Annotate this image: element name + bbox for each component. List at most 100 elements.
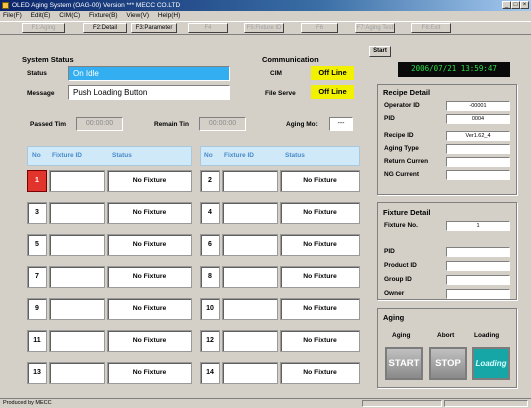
file-server-status-badge: Off Line	[311, 85, 354, 99]
file-server-label: File Serve	[265, 90, 296, 97]
menu-file[interactable]: File(F)	[3, 12, 22, 19]
status-bar-segment	[362, 400, 442, 407]
recipe-field-value	[446, 144, 510, 154]
fixture-no-cell[interactable]: 14	[200, 362, 220, 384]
fixture-detail-title: Fixture Detail	[383, 208, 431, 217]
fixture-status-cell[interactable]: No Fixture	[107, 234, 192, 256]
fixture-status-cell[interactable]: No Fixture	[107, 170, 192, 192]
left-grid-header: No Fixture ID Status	[27, 146, 192, 166]
fixture-id-cell[interactable]	[222, 362, 278, 384]
minimize-button[interactable]: _	[502, 1, 511, 9]
fixture-field-label: Fixture No.	[384, 222, 418, 229]
fixture-id-cell[interactable]	[222, 266, 278, 288]
fixture-status-cell[interactable]: No Fixture	[280, 298, 360, 320]
recipe-field-value: -00001	[446, 101, 510, 111]
passed-time-value: 00:00:00	[76, 117, 123, 131]
loading-column-label: Loading	[474, 332, 500, 339]
stop-aging-button[interactable]: STOP	[429, 347, 467, 380]
f3-parameter-button[interactable]: F3:Parameter	[131, 23, 177, 33]
fixture-status-cell[interactable]: No Fixture	[280, 234, 360, 256]
fixture-id-cell[interactable]	[49, 202, 105, 224]
fixture-no-cell[interactable]: 12	[200, 330, 220, 352]
fixture-no-cell[interactable]: 11	[27, 330, 47, 352]
communication-title: Communication	[262, 55, 319, 64]
menu-view[interactable]: View(V)	[126, 12, 149, 19]
recipe-detail-title: Recipe Detail	[383, 88, 431, 97]
start-button[interactable]: Start	[369, 46, 391, 57]
fixture-status-cell[interactable]: No Fixture	[280, 266, 360, 288]
status-label: Status	[27, 70, 47, 77]
fixture-id-cell[interactable]	[222, 330, 278, 352]
fixture-field-label: Group ID	[384, 276, 412, 283]
fixture-no-cell[interactable]: 9	[27, 298, 47, 320]
recipe-field-value	[446, 157, 510, 167]
close-button[interactable]: ×	[520, 1, 529, 9]
menu-fixture[interactable]: Fixture(B)	[89, 12, 118, 19]
fixture-no-cell[interactable]: 5	[27, 234, 47, 256]
fixture-no-cell[interactable]: 6	[200, 234, 220, 256]
fixture-status-cell[interactable]: No Fixture	[107, 298, 192, 320]
recipe-field-label: NG Current	[384, 171, 420, 178]
f8-exit-button[interactable]: F8:Exit	[411, 23, 451, 33]
fixture-no-cell[interactable]: 10	[200, 298, 220, 320]
passed-time-label: Passed Tim	[30, 121, 67, 128]
fixture-no-cell[interactable]: 7	[27, 266, 47, 288]
fixture-field-value	[446, 261, 510, 271]
aging-mode-value: ---	[329, 117, 353, 131]
remain-time-value: 00:00:00	[199, 117, 246, 131]
fixture-id-cell[interactable]	[49, 362, 105, 384]
fixture-id-cell[interactable]	[222, 170, 278, 192]
fixture-id-cell[interactable]	[222, 202, 278, 224]
fixture-id-cell[interactable]	[49, 330, 105, 352]
maximize-button[interactable]: □	[511, 1, 520, 9]
recipe-field-label: Operator ID	[384, 102, 420, 109]
fixture-status-cell[interactable]: No Fixture	[280, 362, 360, 384]
fixture-field-value: 1	[446, 221, 510, 231]
fixture-field-label: Product ID	[384, 262, 417, 269]
recipe-field-value: Ver1.62_4	[446, 131, 510, 141]
title-bar: OLED Aging System (OAG-00) Version *** M…	[0, 0, 531, 11]
fixture-no-cell[interactable]: 13	[27, 362, 47, 384]
header-fixture-id: Fixture ID	[52, 152, 82, 159]
loading-button[interactable]: Loading	[472, 347, 510, 380]
f4-button[interactable]: F4	[188, 23, 228, 33]
fixture-id-cell[interactable]	[49, 234, 105, 256]
fixture-no-cell[interactable]: 3	[27, 202, 47, 224]
menu-edit[interactable]: Edit(E)	[31, 12, 51, 19]
fixture-status-cell[interactable]: No Fixture	[107, 266, 192, 288]
fixture-status-cell[interactable]: No Fixture	[280, 330, 360, 352]
f7-aging-test-button[interactable]: F7:Aging Test	[355, 23, 395, 33]
recipe-field-value	[446, 170, 510, 180]
clock-display: 2006/07/21 13:59:47	[398, 62, 510, 77]
start-aging-button[interactable]: START	[385, 347, 423, 380]
f1-aging-button[interactable]: F1:Aging	[22, 23, 65, 33]
fixture-no-cell[interactable]: 8	[200, 266, 220, 288]
fixture-id-cell[interactable]	[49, 298, 105, 320]
fixture-field-label: PID	[384, 248, 395, 255]
fixture-status-cell[interactable]: No Fixture	[107, 330, 192, 352]
status-value: On Idle	[68, 66, 230, 81]
cim-status-badge: Off Line	[311, 66, 354, 80]
fixture-status-cell[interactable]: No Fixture	[280, 202, 360, 224]
aging-column-label: Aging	[392, 332, 411, 339]
fixture-id-cell[interactable]	[49, 170, 105, 192]
fixture-no-cell[interactable]: 2	[200, 170, 220, 192]
f5-fixture-id-button[interactable]: F5:Fixture ID	[244, 23, 284, 33]
recipe-field-value: 0004	[446, 114, 510, 124]
fixture-id-cell[interactable]	[49, 266, 105, 288]
fixture-status-cell[interactable]: No Fixture	[280, 170, 360, 192]
fixture-id-cell[interactable]	[222, 298, 278, 320]
menu-help[interactable]: Help(H)	[158, 12, 180, 19]
fixture-id-cell[interactable]	[222, 234, 278, 256]
header-status: Status	[112, 152, 132, 159]
fixture-field-value	[446, 247, 510, 257]
right-grid-header: No Fixture ID Status	[200, 146, 360, 166]
fixture-no-cell[interactable]: 4	[200, 202, 220, 224]
fixture-status-cell[interactable]: No Fixture	[107, 362, 192, 384]
message-value: Push Loading Button	[68, 85, 230, 100]
fixture-status-cell[interactable]: No Fixture	[107, 202, 192, 224]
f6-button[interactable]: F6	[301, 23, 338, 33]
menu-cim[interactable]: CIM(C)	[59, 12, 80, 19]
fixture-no-cell[interactable]: 1	[27, 170, 47, 192]
f2-detail-button[interactable]: F2:Detail	[83, 23, 127, 33]
